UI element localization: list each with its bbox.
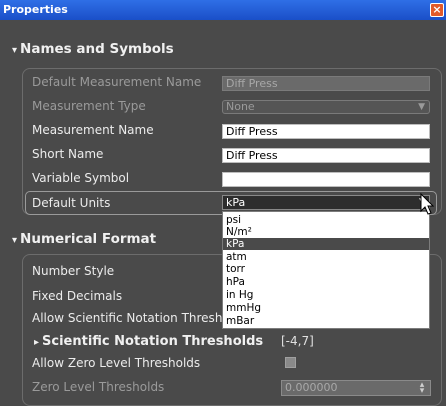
unit-option-nm2[interactable]: N/m² xyxy=(223,226,429,238)
default-units-label: Default Units xyxy=(32,196,111,210)
expand-arrow-icon: ▸ xyxy=(34,337,40,348)
unit-option-mbar[interactable]: mBar xyxy=(223,315,429,327)
scientific-thresholds-value: [-4,7] xyxy=(281,334,314,348)
collapse-arrow-icon: ▾ xyxy=(12,45,18,56)
measurement-name-label: Measurement Name xyxy=(32,123,154,137)
zero-level-thresholds-label: Zero Level Thresholds xyxy=(32,380,165,394)
unit-option-atm[interactable]: atm xyxy=(223,251,429,263)
numerical-section-header[interactable]: ▾ Numerical Format xyxy=(12,231,156,247)
unit-option-kpa[interactable]: kPa xyxy=(223,238,429,250)
allow-zero-level-checkbox[interactable] xyxy=(285,357,296,368)
number-style-label: Number Style xyxy=(32,264,115,278)
close-icon[interactable]: × xyxy=(430,3,444,17)
mouse-pointer-icon xyxy=(420,193,435,215)
default-measurement-name-field: Diff Press xyxy=(222,76,430,91)
unit-option-hpa[interactable]: hPa xyxy=(223,276,429,288)
variable-symbol-label: Variable Symbol xyxy=(32,171,130,185)
unit-option-torr[interactable]: torr xyxy=(223,263,429,275)
short-name-field[interactable]: Diff Press xyxy=(222,148,430,163)
names-section-header[interactable]: ▾ Names and Symbols xyxy=(12,41,174,57)
unit-option-psi[interactable]: psi xyxy=(223,214,429,226)
collapse-arrow-icon: ▾ xyxy=(12,235,18,246)
units-dropdown-list[interactable]: psi N/m² kPa atm torr hPa in Hg mmHg mBa… xyxy=(222,211,430,329)
measurement-name-field[interactable]: Diff Press xyxy=(222,124,430,139)
allow-scientific-notation-label: Allow Scientific Notation Thresh xyxy=(32,311,223,325)
default-measurement-name-label: Default Measurement Name xyxy=(32,75,202,89)
scientific-thresholds-header[interactable]: ▸ Scientific Notation Thresholds xyxy=(34,334,263,349)
unit-option-mmhg[interactable]: mmHg xyxy=(223,302,429,314)
variable-symbol-field[interactable] xyxy=(222,172,430,187)
unit-option-inhg[interactable]: in Hg xyxy=(223,289,429,301)
measurement-type-label: Measurement Type xyxy=(32,99,146,113)
window-title: Properties xyxy=(3,3,68,16)
fixed-decimals-label: Fixed Decimals xyxy=(32,289,123,303)
spinner-arrows-icon: ▴ ▾ xyxy=(419,380,425,396)
title-bar[interactable]: Properties × xyxy=(0,0,446,20)
allow-zero-level-label: Allow Zero Level Thresholds xyxy=(32,356,201,370)
short-name-label: Short Name xyxy=(32,147,104,161)
default-units-combo[interactable]: kPa ▼ xyxy=(222,195,430,210)
chevron-down-icon: ▼ xyxy=(418,102,425,112)
zero-level-thresholds-spinner: 0.000000 ▴ ▾ xyxy=(281,380,431,396)
properties-window: Properties × ▾ Names and Symbols Default … xyxy=(0,0,446,406)
measurement-type-combo: None ▼ xyxy=(222,100,430,114)
